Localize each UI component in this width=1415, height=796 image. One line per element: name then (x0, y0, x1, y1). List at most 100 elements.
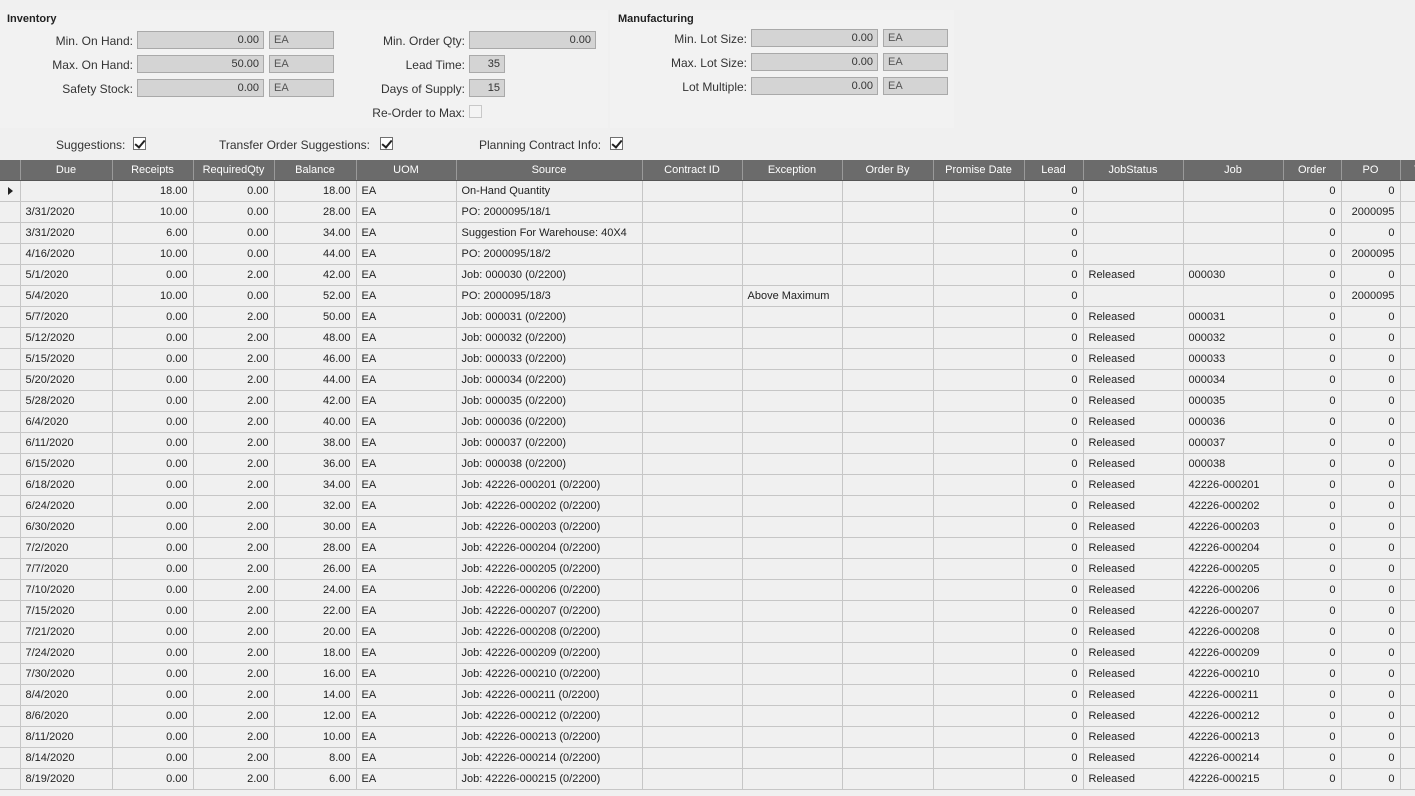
cell-jobstatus[interactable]: Released (1083, 474, 1184, 496)
cell-promise-date[interactable] (933, 411, 1025, 433)
cell-order[interactable]: 0 (1283, 222, 1342, 244)
table-row[interactable]: 5/15/2020 0.00 2.00 46.00 EA Job: 000033 (0/2… (0, 348, 1415, 370)
cell-requiredqty[interactable]: 2.00 (193, 474, 275, 496)
cell-lead[interactable]: 0 (1024, 285, 1084, 307)
cell-due[interactable]: 8/19/2020 (20, 768, 113, 790)
cell-source[interactable]: Job: 42226-000215 (0/2200) (456, 768, 643, 790)
cell-promise-date[interactable] (933, 579, 1025, 601)
row-selector[interactable] (0, 390, 21, 412)
cell-job[interactable]: 42226-000207 (1183, 600, 1284, 622)
cell-receipts[interactable]: 0.00 (112, 432, 194, 454)
cell-jobstatus[interactable]: Released (1083, 453, 1184, 475)
cell-requiredqty[interactable]: 0.00 (193, 180, 275, 202)
cell-jobstatus[interactable]: Released (1083, 348, 1184, 370)
table-row[interactable]: 6/30/2020 0.00 2.00 30.00 EA Job: 42226-00020… (0, 516, 1415, 538)
cell-source[interactable]: Job: 000031 (0/2200) (456, 306, 643, 328)
cell-job[interactable]: 42226-000201 (1183, 474, 1284, 496)
column-header-receipts[interactable]: Receipts (112, 160, 194, 181)
table-row[interactable]: 5/12/2020 0.00 2.00 48.00 EA Job: 000032 (0/2… (0, 327, 1415, 349)
cell-receipts[interactable]: 0.00 (112, 600, 194, 622)
cell-uom[interactable]: EA (356, 327, 457, 349)
cell-t[interactable] (1400, 726, 1415, 748)
cell-po[interactable]: 0 (1341, 474, 1401, 496)
cell-source[interactable]: Job: 42226-000201 (0/2200) (456, 474, 643, 496)
cell-order-by[interactable] (842, 306, 934, 328)
cell-uom[interactable]: EA (356, 684, 457, 706)
cell-order[interactable]: 0 (1283, 705, 1342, 727)
cell-source[interactable]: Job: 42226-000208 (0/2200) (456, 621, 643, 643)
cell-due[interactable]: 6/30/2020 (20, 516, 113, 538)
cell-promise-date[interactable] (933, 600, 1025, 622)
cell-requiredqty[interactable]: 0.00 (193, 222, 275, 244)
column-header-contract-id[interactable]: Contract ID (642, 160, 743, 181)
cell-contract-id[interactable] (642, 726, 743, 748)
cell-jobstatus[interactable]: Released (1083, 621, 1184, 643)
cell-jobstatus[interactable] (1083, 222, 1184, 244)
cell-requiredqty[interactable]: 0.00 (193, 243, 275, 265)
row-selector[interactable] (0, 285, 21, 307)
cell-job[interactable] (1183, 243, 1284, 265)
table-row[interactable]: 7/10/2020 0.00 2.00 24.00 EA Job: 42226-00020… (0, 579, 1415, 601)
cell-exception[interactable] (742, 201, 843, 223)
cell-promise-date[interactable] (933, 747, 1025, 769)
cell-receipts[interactable]: 0.00 (112, 369, 194, 391)
cell-due[interactable]: 7/30/2020 (20, 663, 113, 685)
cell-source[interactable]: Suggestion For Warehouse: 40X4 (456, 222, 643, 244)
cell-requiredqty[interactable]: 2.00 (193, 327, 275, 349)
cell-exception[interactable] (742, 390, 843, 412)
cell-jobstatus[interactable]: Released (1083, 306, 1184, 328)
cell-source[interactable]: Job: 000035 (0/2200) (456, 390, 643, 412)
row-selector[interactable] (0, 453, 21, 475)
cell-receipts[interactable]: 0.00 (112, 705, 194, 727)
cell-balance[interactable]: 26.00 (274, 558, 357, 580)
cell-t[interactable] (1400, 663, 1415, 685)
cell-receipts[interactable]: 0.00 (112, 516, 194, 538)
cell-lead[interactable]: 0 (1024, 537, 1084, 559)
cell-order[interactable]: 0 (1283, 474, 1342, 496)
cell-requiredqty[interactable]: 2.00 (193, 432, 275, 454)
cell-contract-id[interactable] (642, 663, 743, 685)
column-header-uom[interactable]: UOM (356, 160, 457, 181)
cell-po[interactable]: 2000095 (1341, 285, 1401, 307)
cell-promise-date[interactable] (933, 684, 1025, 706)
cell-t[interactable] (1400, 180, 1415, 202)
cell-po[interactable]: 0 (1341, 306, 1401, 328)
transfer-order-suggestions-checkbox[interactable] (380, 137, 393, 150)
cell-requiredqty[interactable]: 2.00 (193, 600, 275, 622)
cell-po[interactable]: 0 (1341, 453, 1401, 475)
cell-due[interactable]: 3/31/2020 (20, 201, 113, 223)
row-selector[interactable] (0, 726, 21, 748)
cell-jobstatus[interactable]: Released (1083, 327, 1184, 349)
cell-contract-id[interactable] (642, 453, 743, 475)
cell-source[interactable]: Job: 42226-000203 (0/2200) (456, 516, 643, 538)
row-selector[interactable] (0, 180, 21, 202)
table-row[interactable]: 6/4/2020 0.00 2.00 40.00 EA Job: 000036 (0/22… (0, 411, 1415, 433)
row-selector[interactable] (0, 537, 21, 559)
cell-lead[interactable]: 0 (1024, 390, 1084, 412)
cell-promise-date[interactable] (933, 222, 1025, 244)
safety-stock-uom-field[interactable]: EA (269, 79, 334, 97)
cell-contract-id[interactable] (642, 558, 743, 580)
row-selector[interactable] (0, 516, 21, 538)
cell-lead[interactable]: 0 (1024, 579, 1084, 601)
cell-po[interactable]: 0 (1341, 327, 1401, 349)
cell-job[interactable]: 42226-000210 (1183, 663, 1284, 685)
cell-jobstatus[interactable]: Released (1083, 432, 1184, 454)
cell-contract-id[interactable] (642, 285, 743, 307)
cell-po[interactable]: 0 (1341, 537, 1401, 559)
cell-uom[interactable]: EA (356, 558, 457, 580)
cell-po[interactable]: 0 (1341, 747, 1401, 769)
cell-order[interactable]: 0 (1283, 411, 1342, 433)
cell-jobstatus[interactable]: Released (1083, 705, 1184, 727)
lot-multiple-uom-field[interactable]: EA (883, 77, 948, 95)
cell-requiredqty[interactable]: 2.00 (193, 390, 275, 412)
cell-source[interactable]: Job: 42226-000206 (0/2200) (456, 579, 643, 601)
table-row[interactable]: 3/31/2020 6.00 0.00 34.00 EA Suggestion For W… (0, 222, 1415, 244)
table-row[interactable]: 8/11/2020 0.00 2.00 10.00 EA Job: 42226-00021… (0, 726, 1415, 748)
table-row[interactable]: 8/14/2020 0.00 2.00 8.00 EA Job: 42226-000214… (0, 747, 1415, 769)
cell-order[interactable]: 0 (1283, 537, 1342, 559)
row-selector[interactable] (0, 369, 21, 391)
cell-promise-date[interactable] (933, 768, 1025, 790)
cell-balance[interactable]: 44.00 (274, 243, 357, 265)
cell-contract-id[interactable] (642, 705, 743, 727)
